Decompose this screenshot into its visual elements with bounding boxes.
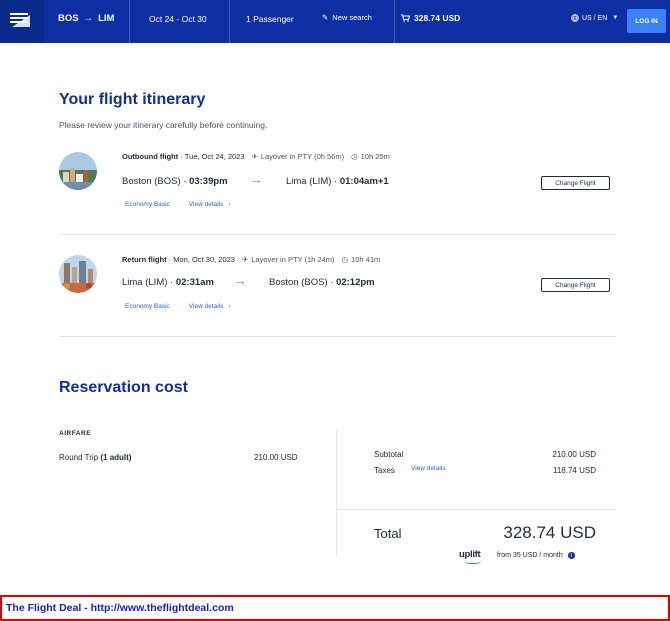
cart-icon (401, 14, 410, 22)
taxes-view-details-link[interactable]: View details (411, 465, 446, 472)
layover-info: ✈ Layover in PTY (0h 56m) (252, 152, 345, 161)
new-search-button[interactable]: ✎ New search (322, 13, 372, 22)
outbound-flight-card: Outbound flight · Tue, Oct 24, 2023 ✈ La… (59, 152, 616, 222)
locale-label: US / EN (582, 14, 608, 22)
duration-text: 10h 41m (351, 255, 381, 264)
uplift-monthly-offer: from 35 USD / month i (497, 552, 575, 559)
arrow-right-icon: → (233, 272, 247, 288)
divider (336, 430, 337, 556)
divider (336, 509, 616, 510)
chevron-right-icon: › (228, 303, 231, 310)
page-title: Your flight itinerary (59, 91, 206, 108)
plane-icon: ✈ (241, 255, 249, 264)
info-icon[interactable]: i (567, 552, 575, 559)
change-flight-button[interactable]: Change Flight (541, 278, 610, 292)
divider (229, 0, 230, 43)
flight-duration: ◷ 10h 25m (351, 152, 390, 161)
round-trip-label: Round Trip (1 adult) (59, 453, 132, 462)
departure-time: 03:39pm (189, 176, 228, 187)
departure-city: Boston (BOS) (122, 176, 181, 187)
return-flight-card: Return flight · Mon, Oct 30, 2023 ✈ Layo… (59, 255, 616, 325)
cart-total: 328.74 USD (414, 13, 461, 23)
fare-class-link[interactable]: Economy Basic (125, 201, 170, 208)
locale-selector[interactable]: US / EN ▼ (571, 14, 618, 22)
flight-duration: ◷ 10h 41m (342, 255, 381, 264)
change-flight-button[interactable]: Change Flight (541, 176, 610, 190)
new-search-label: New search (332, 13, 372, 22)
travel-dates: Oct 24 - Oct 30 (149, 14, 207, 24)
banner-text[interactable]: The Flight Deal - http://www.theflightde… (6, 602, 234, 614)
view-details-link[interactable]: View details › (189, 201, 231, 208)
divider (394, 0, 395, 43)
clock-icon: ◷ (341, 255, 349, 264)
arrival-info: Boston (BOS) · 02:12pm (269, 277, 375, 288)
destination-code: LIM (98, 13, 115, 24)
page-subtitle: Please review your itinerary carefully b… (59, 120, 268, 130)
passenger-count: 1 Passenger (246, 14, 294, 24)
divider (59, 336, 616, 337)
chevron-down-icon: ▼ (612, 15, 619, 21)
total-label: Total (374, 526, 402, 541)
layover-info: ✈ Layover in PTY (1h 24m) (242, 255, 335, 264)
reservation-cost-title: Reservation cost (59, 379, 188, 396)
globe-icon (571, 14, 579, 22)
airfare-heading: AIRFARE (59, 430, 92, 437)
layover-text: Layover in PTY (1h 24m) (251, 255, 335, 264)
departure-city: Lima (LIM) (122, 277, 168, 288)
arrival-city: Lima (LIM) (286, 176, 332, 187)
monthly-text: from 35 USD / month (497, 552, 563, 559)
arrival-time: 02:12pm (336, 277, 375, 288)
footer-banner: The Flight Deal - http://www.theflightde… (0, 595, 670, 621)
uplift-logo: uplift (459, 549, 481, 564)
arrival-city: Boston (BOS) (269, 277, 328, 288)
destination-photo (59, 255, 97, 293)
flight-direction-label: Return flight (122, 255, 167, 264)
plane-icon: ✈ (251, 152, 258, 161)
view-details-link[interactable]: View details › (189, 303, 231, 310)
layover-text: Layover in PTY (0h 56m) (260, 152, 345, 161)
arrow-right-icon: → (249, 171, 263, 187)
flight-links: Economy Basic View details › (125, 303, 231, 310)
airline-logo[interactable] (0, 0, 44, 43)
flight-meta: Outbound flight · Tue, Oct 24, 2023 ✈ La… (122, 152, 390, 161)
taxes-label: Taxes (374, 466, 395, 475)
passenger-detail: (1 adult) (100, 453, 132, 462)
divider (59, 234, 616, 235)
departure-time: 02:31am (175, 277, 214, 288)
departure-info: Boston (BOS) · 03:39pm (122, 176, 228, 187)
flight-direction-label: Outbound flight (122, 152, 179, 161)
destination-photo (59, 152, 97, 190)
pencil-icon: ✎ (322, 13, 329, 22)
uplift-smile-icon (465, 560, 481, 564)
flight-date: Tue, Oct 24, 2023 (184, 152, 245, 161)
route-summary: BOS → LIM (58, 13, 114, 24)
arrow-right-icon: → (83, 13, 94, 24)
duration-text: 10h 25m (360, 152, 390, 161)
clock-icon: ◷ (351, 152, 358, 161)
origin-code: BOS (58, 13, 79, 24)
round-trip-amount: 210.00 USD (254, 453, 298, 462)
flight-date: Mon, Oct 30, 2023 (173, 255, 235, 264)
subtotal-label: Subtotal (374, 450, 404, 459)
arrival-time: 01:04am+1 (339, 176, 389, 187)
divider (129, 0, 130, 43)
departure-info: Lima (LIM) · 02:31am (122, 277, 214, 288)
fare-class-link[interactable]: Economy Basic (125, 303, 170, 310)
cart-button[interactable]: 328.74 USD (401, 13, 460, 23)
login-button[interactable]: LOG IN (627, 9, 666, 33)
total-value: 328.74 USD (503, 523, 596, 542)
arrival-info: Lima (LIM) · 01:04am+1 (286, 176, 389, 187)
taxes-value: 118.74 USD (553, 466, 596, 475)
flight-links: Economy Basic View details › (125, 201, 231, 208)
subtotal-value: 210.00 USD (552, 450, 596, 459)
chevron-right-icon: › (228, 201, 231, 208)
flight-meta: Return flight · Mon, Oct 30, 2023 ✈ Layo… (122, 255, 381, 264)
top-nav-bar: BOS → LIM Oct 24 - Oct 30 1 Passenger ✎ … (0, 0, 670, 43)
